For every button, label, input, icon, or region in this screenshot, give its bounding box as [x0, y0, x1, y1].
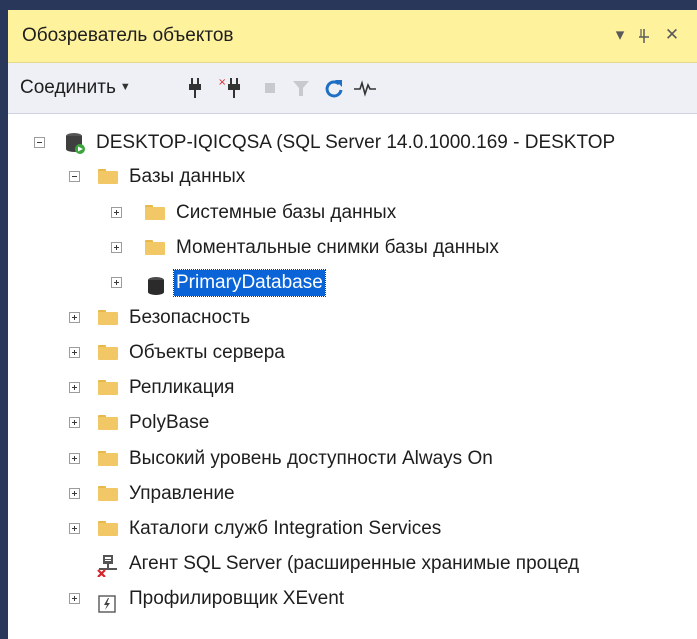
chevron-down-icon[interactable]: ▼ [120, 81, 131, 93]
disconnect-plug-icon[interactable]: × [218, 76, 242, 100]
primary-database-label: PrimaryDatabase [173, 269, 326, 297]
close-icon[interactable]: ✕ [660, 21, 684, 49]
collapse-toggle[interactable] [34, 137, 45, 148]
xevent-profiler-label: Профилировщик XEvent [129, 588, 345, 609]
connect-button[interactable]: Соединить ▼ [20, 77, 131, 99]
refresh-icon[interactable] [322, 76, 346, 100]
server-icon [64, 131, 86, 155]
folder-icon [98, 415, 118, 430]
connect-label: Соединить [20, 77, 116, 98]
folder-icon [98, 486, 118, 501]
svg-text:×: × [218, 77, 226, 88]
server-label: DESKTOP-IQICQSA (SQL Server 14.0.1000.16… [96, 132, 616, 153]
connect-plug-icon[interactable] [184, 76, 208, 100]
folder-icon [98, 345, 118, 360]
expand-toggle[interactable] [111, 277, 122, 288]
pin-icon[interactable] [632, 21, 656, 49]
panel-title: Обозреватель объектов [22, 25, 234, 46]
folder-icon [98, 380, 118, 395]
stop-icon[interactable] [258, 76, 282, 100]
sql-agent-label: Агент SQL Server (расширенные хранимые п… [129, 553, 580, 574]
database-icon [147, 274, 165, 295]
management-label: Управление [129, 483, 235, 504]
expand-toggle[interactable] [69, 488, 80, 499]
panel-titlebar: Обозреватель объектов ▾ ✕ [8, 10, 697, 63]
expand-toggle[interactable] [69, 593, 80, 604]
expand-toggle[interactable] [111, 242, 122, 253]
folder-icon [145, 205, 165, 220]
integration-services-label: Каталоги служб Integration Services [129, 518, 442, 539]
expand-toggle[interactable] [69, 453, 80, 464]
expand-toggle[interactable] [69, 312, 80, 323]
polybase-label: PolyBase [129, 412, 210, 433]
always-on-label: Высокий уровень доступности Always On [129, 448, 493, 469]
collapse-toggle[interactable] [69, 171, 80, 182]
expand-toggle[interactable] [111, 207, 122, 218]
activity-monitor-icon[interactable] [352, 76, 376, 100]
filter-icon[interactable] [289, 76, 313, 100]
sql-agent-disabled-icon [95, 553, 119, 578]
folder-icon [98, 521, 118, 536]
replication-label: Репликация [129, 377, 235, 398]
snapshots-label: Моментальные снимки базы данных [176, 237, 499, 258]
expand-toggle[interactable] [69, 523, 80, 534]
xevent-profiler-icon [98, 591, 116, 613]
object-explorer-toolbar: Соединить ▼ × [8, 63, 697, 114]
folder-icon [98, 310, 118, 325]
expand-toggle[interactable] [69, 347, 80, 358]
object-tree: DESKTOP-IQICQSA (SQL Server 14.0.1000.16… [8, 114, 697, 639]
server-objects-label: Объекты сервера [129, 342, 285, 363]
expand-toggle[interactable] [69, 382, 80, 393]
folder-icon [98, 451, 118, 466]
folder-icon [145, 240, 165, 255]
databases-label: Базы данных [129, 166, 246, 187]
dropdown-icon[interactable]: ▾ [608, 21, 632, 49]
tree-node-server[interactable]: DESKTOP-IQICQSA (SQL Server 14.0.1000.16… [8, 126, 697, 160]
folder-icon [98, 169, 118, 184]
system-databases-label: Системные базы данных [176, 202, 397, 223]
tree-node-sql-agent[interactable]: Агент SQL Server (расширенные хранимые п… [8, 547, 697, 581]
security-label: Безопасность [129, 307, 251, 328]
expand-toggle[interactable] [69, 417, 80, 428]
